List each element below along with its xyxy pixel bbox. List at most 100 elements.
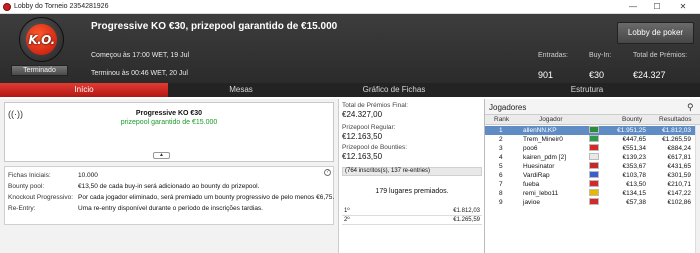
col-player[interactable]: Jogador: [539, 115, 563, 125]
maximize-button[interactable]: ☐: [648, 1, 666, 13]
window-title: Lobby do Torneio 2354281926: [14, 3, 109, 10]
player-row[interactable]: 8 remi_lebo11 €134,15 €147,22: [485, 189, 700, 198]
detail-row: Bounty pool: €13,50 de cada buy-in será …: [5, 181, 333, 192]
regular-prizepool-label: Prizepool Regular:: [342, 124, 396, 131]
detail-value: Por cada jogador eliminado, será premiad…: [78, 194, 335, 201]
detail-row: Re-Entry: Uma re-entry disponível durant…: [5, 203, 333, 214]
player-name: remi_lebo11: [523, 190, 559, 197]
flag-icon: [589, 198, 599, 205]
payout-amount: €1.812,03: [453, 208, 480, 214]
player-row[interactable]: 3 poo6 €551,34 €884,24: [485, 144, 700, 153]
detail-label: Bounty pool:: [8, 183, 45, 190]
ko-logo: K.O.: [11, 17, 74, 63]
tab-estrutura[interactable]: Estrutura: [474, 83, 700, 97]
collapse-icon[interactable]: ▲: [153, 152, 170, 159]
buyin-label: Buy-In:: [589, 52, 612, 59]
total-prize-label: Total de Prémios:: [633, 52, 688, 59]
col-rank[interactable]: Rank: [494, 115, 509, 125]
detail-row: Fichas Iniciais: 10.000: [5, 170, 333, 181]
players-title: Jogadores: [489, 103, 527, 112]
player-row[interactable]: 7 fueba €13,50 €210,71: [485, 180, 700, 189]
player-bounty: €551,34: [622, 145, 647, 152]
guarantee-text: prizepool garantido de €15.000: [120, 119, 218, 126]
total-prize-final-value: €24.327,00: [342, 110, 383, 119]
player-row[interactable]: 9 javioe €57,38 €102,86: [485, 198, 700, 207]
player-row[interactable]: 6 VardiRap €103,78 €301,59: [485, 171, 700, 180]
minimize-button[interactable]: —: [624, 1, 642, 13]
tournament-title: Progressive KO €30, prizepool garantido …: [91, 21, 338, 32]
tournament-name: Progressive KO €30: [135, 110, 203, 117]
player-result: €147,22: [667, 190, 692, 197]
player-bounty: €353,67: [622, 163, 647, 170]
info-panel: ((·)) Progressive KO €30 prizepool garan…: [0, 99, 338, 253]
player-name: VardiRap: [523, 172, 550, 179]
app-icon: [3, 3, 11, 11]
player-rank: 1: [499, 127, 503, 134]
player-result: €431,65: [667, 163, 692, 170]
tab-mesas[interactable]: Mesas: [168, 83, 314, 97]
player-result: €210,71: [667, 181, 692, 188]
player-bounty: €139,23: [622, 154, 647, 161]
payout-row: 1º €1.812,03: [342, 207, 482, 216]
player-result: €102,86: [667, 199, 692, 206]
detail-value: €13,50 de cada buy-in será adicionado ao…: [78, 183, 260, 190]
payout-row: 2º €1.265,59: [342, 216, 482, 225]
flag-icon: [589, 135, 599, 142]
player-name: kairen_pdm [2]: [523, 154, 566, 161]
close-button[interactable]: ✕: [674, 1, 692, 13]
detail-value: Uma re-entry disponível durante o períod…: [78, 205, 263, 212]
entries-value: 901: [538, 70, 554, 80]
tournament-details: ? Fichas Iniciais: 10.000 Bounty pool: €…: [4, 166, 334, 225]
col-results[interactable]: Resultados: [659, 115, 692, 125]
players-scrollbar[interactable]: [695, 125, 700, 253]
players-header: Jogadores ⚲: [485, 99, 700, 115]
total-prize-final-label: Total de Prémios Final:: [342, 102, 409, 109]
detail-label: Fichas Iniciais:: [8, 172, 51, 179]
tournament-lobby-window: Lobby do Torneio 2354281926 — ☐ ✕ K.O. T…: [0, 0, 700, 253]
prize-panel: Total de Prémios Final: €24.327,00 Prize…: [338, 99, 484, 253]
flag-icon: [589, 126, 599, 133]
flag-icon: [589, 171, 599, 178]
payout-place: 2º: [344, 217, 350, 223]
logo-text: K.O.: [26, 24, 57, 55]
payout-place: 1º: [344, 208, 350, 214]
detail-value: 10.000: [78, 172, 98, 179]
player-bounty: €57,38: [626, 199, 646, 206]
tab-bar: Início Mesas Gráfico de Fichas Estrutura: [0, 83, 700, 97]
tab-inicio[interactable]: Início: [0, 83, 168, 97]
tournament-info-box: ((·)) Progressive KO €30 prizepool garan…: [4, 102, 334, 162]
payout-amount: €1.265,59: [453, 217, 480, 223]
player-row[interactable]: 5 Huesinator €353,67 €431,65: [485, 162, 700, 171]
player-bounty: €1.951,25: [617, 127, 646, 134]
poker-lobby-button[interactable]: Lobby de poker: [617, 22, 694, 44]
player-bounty: €13,50: [626, 181, 646, 188]
player-row[interactable]: 2 Trem_Mineir0 €447,65 €1.265,59: [485, 135, 700, 144]
entries-label: Entradas:: [538, 52, 568, 59]
player-result: €301,59: [667, 172, 692, 179]
flag-icon: [589, 162, 599, 169]
player-row[interactable]: 4 kairen_pdm [2] €139,23 €617,81: [485, 153, 700, 162]
player-name: Trem_Mineir0: [523, 136, 563, 143]
start-time: Começou às 17:00 WET, 19 Jul: [91, 52, 190, 59]
player-result: €1.265,59: [662, 136, 691, 143]
player-name: allenNN.KP: [523, 127, 557, 134]
buyin-value: €30: [589, 70, 605, 80]
title-bar: Lobby do Torneio 2354281926 — ☐ ✕: [0, 0, 700, 14]
player-row[interactable]: 1 allenNN.KP €1.951,25 €1.812,03: [485, 126, 700, 135]
entrants-summary: (764 inscritos(s), 137 re-entries): [342, 167, 482, 176]
player-result: €884,24: [667, 145, 692, 152]
player-result: €1.812,03: [662, 127, 691, 134]
player-name: Huesinator: [523, 163, 555, 170]
player-rank: 7: [499, 181, 503, 188]
player-bounty: €447,65: [622, 136, 647, 143]
tournament-header: K.O. Terminado Progressive KO €30, prize…: [0, 14, 700, 83]
player-name: poo6: [523, 145, 538, 152]
paid-places: 179 lugares premiados.: [375, 188, 449, 195]
flag-icon: [589, 189, 599, 196]
regular-prizepool-value: €12.163,50: [342, 132, 383, 141]
search-icon[interactable]: ⚲: [687, 102, 697, 112]
flag-icon: [589, 180, 599, 187]
col-bounty[interactable]: Bounty: [622, 115, 642, 125]
total-prize-value: €24.327: [633, 70, 666, 80]
tab-grafico-fichas[interactable]: Gráfico de Fichas: [314, 83, 474, 97]
